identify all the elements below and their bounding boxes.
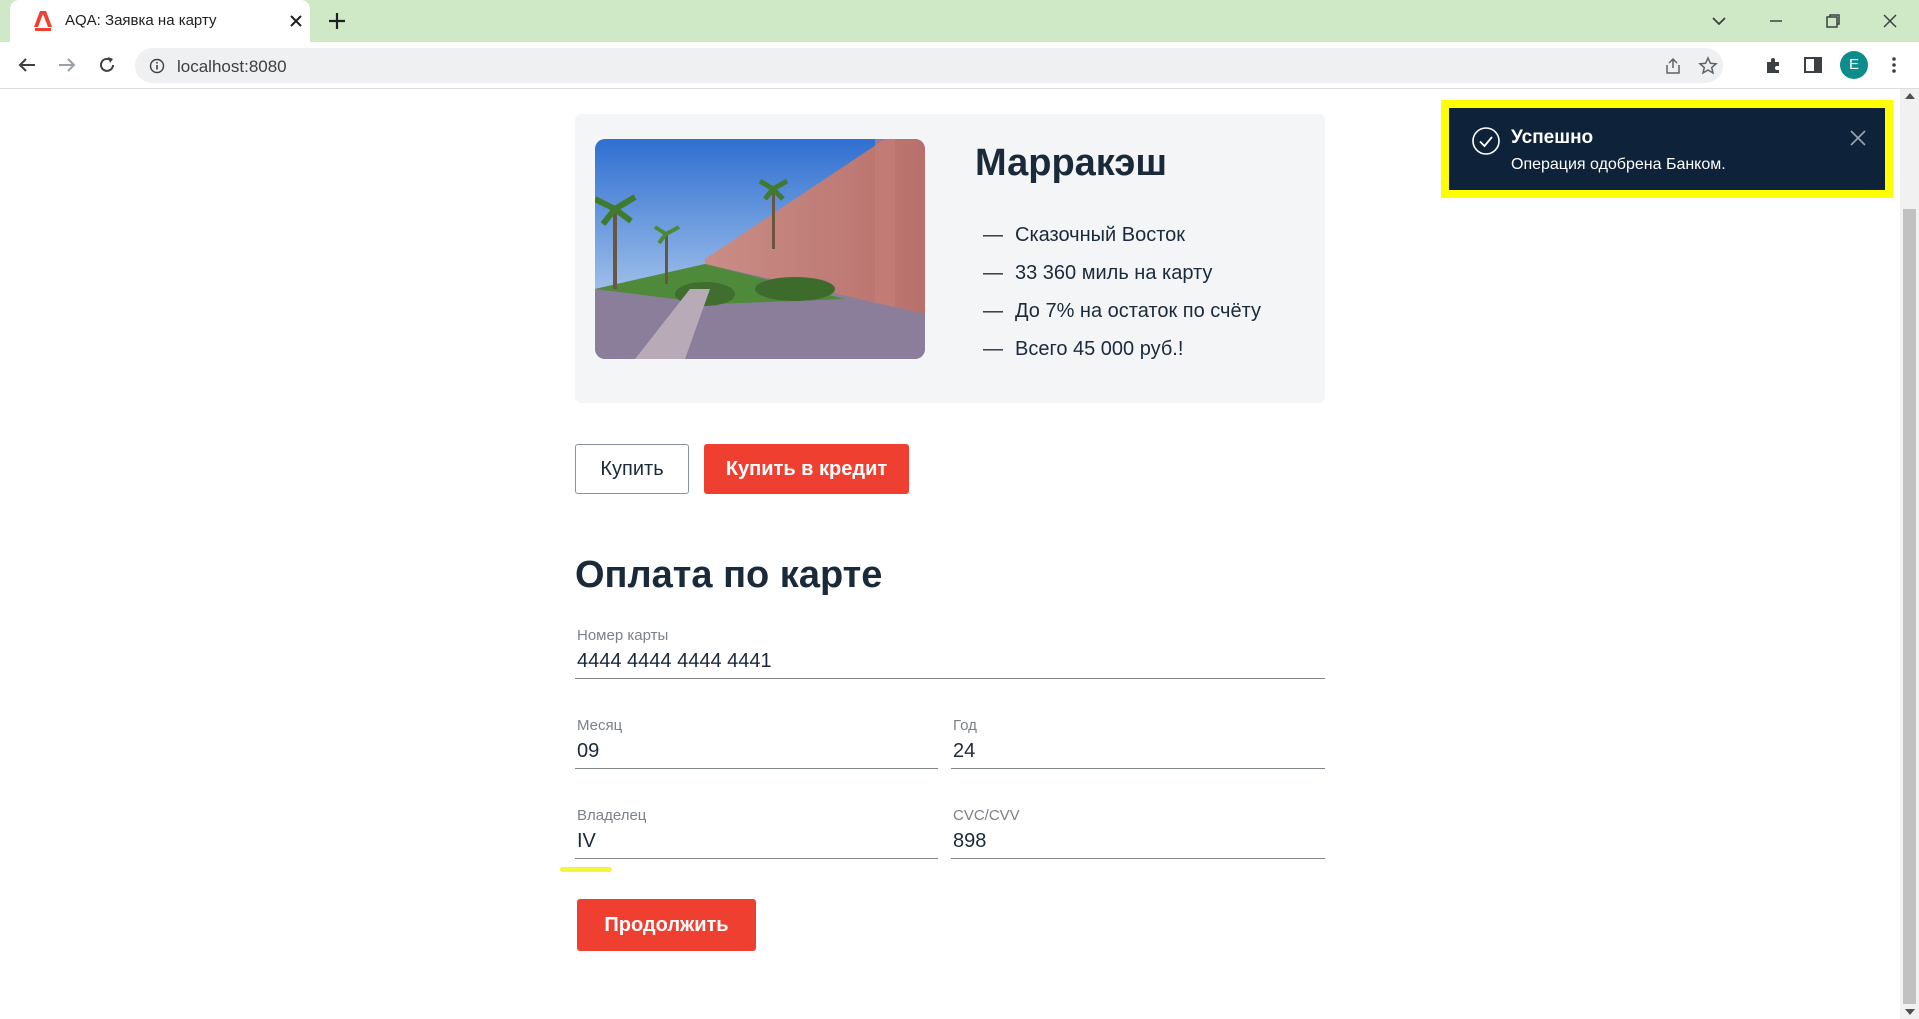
feature-item: — 33 360 миль на карту: [983, 254, 1261, 292]
year-label: Год: [953, 717, 977, 734]
month-label: Месяц: [577, 717, 623, 734]
back-icon[interactable]: [15, 53, 39, 77]
year-input[interactable]: [953, 737, 1309, 765]
page-viewport: Марракэш — Сказочный Восток — 33 360 миль …: [0, 89, 1900, 1019]
buy-button[interactable]: Купить: [575, 444, 689, 494]
continue-button[interactable]: Продолжить: [577, 899, 756, 951]
feature-dash: —: [983, 224, 1003, 246]
cvc-input[interactable]: [953, 827, 1309, 855]
side-panel-icon[interactable]: [1801, 53, 1825, 77]
browser-toolbar: localhost:8080 E: [0, 42, 1919, 89]
browser-tab-active[interactable]: AQA: Заявка на карту: [10, 0, 310, 42]
annotation-underline: [560, 867, 612, 872]
feature-text: Всего 45 000 руб.!: [1015, 338, 1184, 360]
bookmark-star-icon[interactable]: [1698, 56, 1718, 76]
close-tab-icon[interactable]: [288, 13, 304, 29]
notification-text: Операция одобрена Банком.: [1511, 156, 1726, 173]
alfa-logo-icon: [34, 11, 52, 31]
minimize-icon[interactable]: [1764, 9, 1788, 33]
tab-strip: AQA: Заявка на карту: [0, 0, 1919, 42]
offer-card: Марракэш — Сказочный Восток — 33 360 миль …: [575, 114, 1325, 403]
new-tab-icon[interactable]: [326, 10, 348, 32]
feature-item: — Сказочный Восток: [983, 216, 1261, 254]
notification-highlight-frame: Успешно Операция одобрена Банком.: [1441, 100, 1893, 198]
url-text[interactable]: localhost:8080: [177, 57, 287, 77]
scrollbar-thumb[interactable]: [1903, 209, 1916, 1004]
page-scrollbar[interactable]: [1900, 89, 1919, 1019]
notification-title: Успешно: [1511, 127, 1594, 148]
extensions-puzzle-icon[interactable]: [1762, 53, 1786, 77]
tab-title: AQA: Заявка на карту: [65, 12, 217, 29]
scroll-down-arrow-icon[interactable]: [1905, 1009, 1915, 1015]
feature-text: 33 360 миль на карту: [1015, 262, 1213, 284]
site-info-icon[interactable]: [149, 58, 165, 74]
browser-menu-icon[interactable]: [1882, 53, 1906, 77]
close-window-icon[interactable]: [1878, 9, 1902, 33]
payment-form-title: Оплата по карте: [575, 554, 883, 596]
feature-dash: —: [983, 300, 1003, 322]
feature-item: — До 7% на остаток по счёту: [983, 292, 1261, 330]
buy-on-credit-button[interactable]: Купить в кредит: [704, 444, 909, 494]
card-number-field[interactable]: Номер карты: [575, 627, 1325, 679]
offer-features-list: — Сказочный Восток —33 360 миль на карту …: [983, 216, 1261, 368]
feature-item: — Всего 45 000 руб.!: [983, 330, 1261, 368]
feature-dash: —: [983, 338, 1003, 360]
tab-search-icon[interactable]: [1707, 9, 1731, 33]
restore-icon[interactable]: [1821, 9, 1845, 33]
cvc-label: CVC/CVV: [953, 807, 1020, 824]
feature-text: До 7% на остаток по счёту: [1015, 300, 1261, 322]
address-bar[interactable]: localhost:8080: [135, 48, 1723, 83]
forward-icon[interactable]: [55, 53, 79, 77]
feature-text: Сказочный Восток: [1015, 224, 1185, 246]
card-number-input[interactable]: [577, 647, 1290, 675]
profile-avatar[interactable]: E: [1840, 51, 1868, 79]
share-icon[interactable]: [1663, 56, 1683, 76]
check-circle-icon: [1472, 127, 1500, 155]
marrakesh-photo: [595, 139, 925, 359]
feature-dash: —: [983, 262, 1003, 284]
month-input[interactable]: [577, 737, 922, 765]
owner-input[interactable]: [577, 827, 922, 855]
cvc-field[interactable]: CVC/CVV: [951, 807, 1325, 859]
owner-label: Владелец: [577, 807, 647, 824]
close-notification-icon[interactable]: [1848, 128, 1868, 148]
offer-title: Марракэш: [975, 142, 1167, 184]
card-number-label: Номер карты: [577, 627, 669, 644]
success-notification: Успешно Операция одобрена Банком.: [1449, 108, 1885, 190]
reload-icon[interactable]: [95, 53, 119, 77]
owner-field[interactable]: Владелец: [575, 807, 938, 859]
month-field[interactable]: Месяц: [575, 717, 938, 769]
year-field[interactable]: Год: [951, 717, 1325, 769]
scroll-up-arrow-icon[interactable]: [1905, 93, 1915, 99]
